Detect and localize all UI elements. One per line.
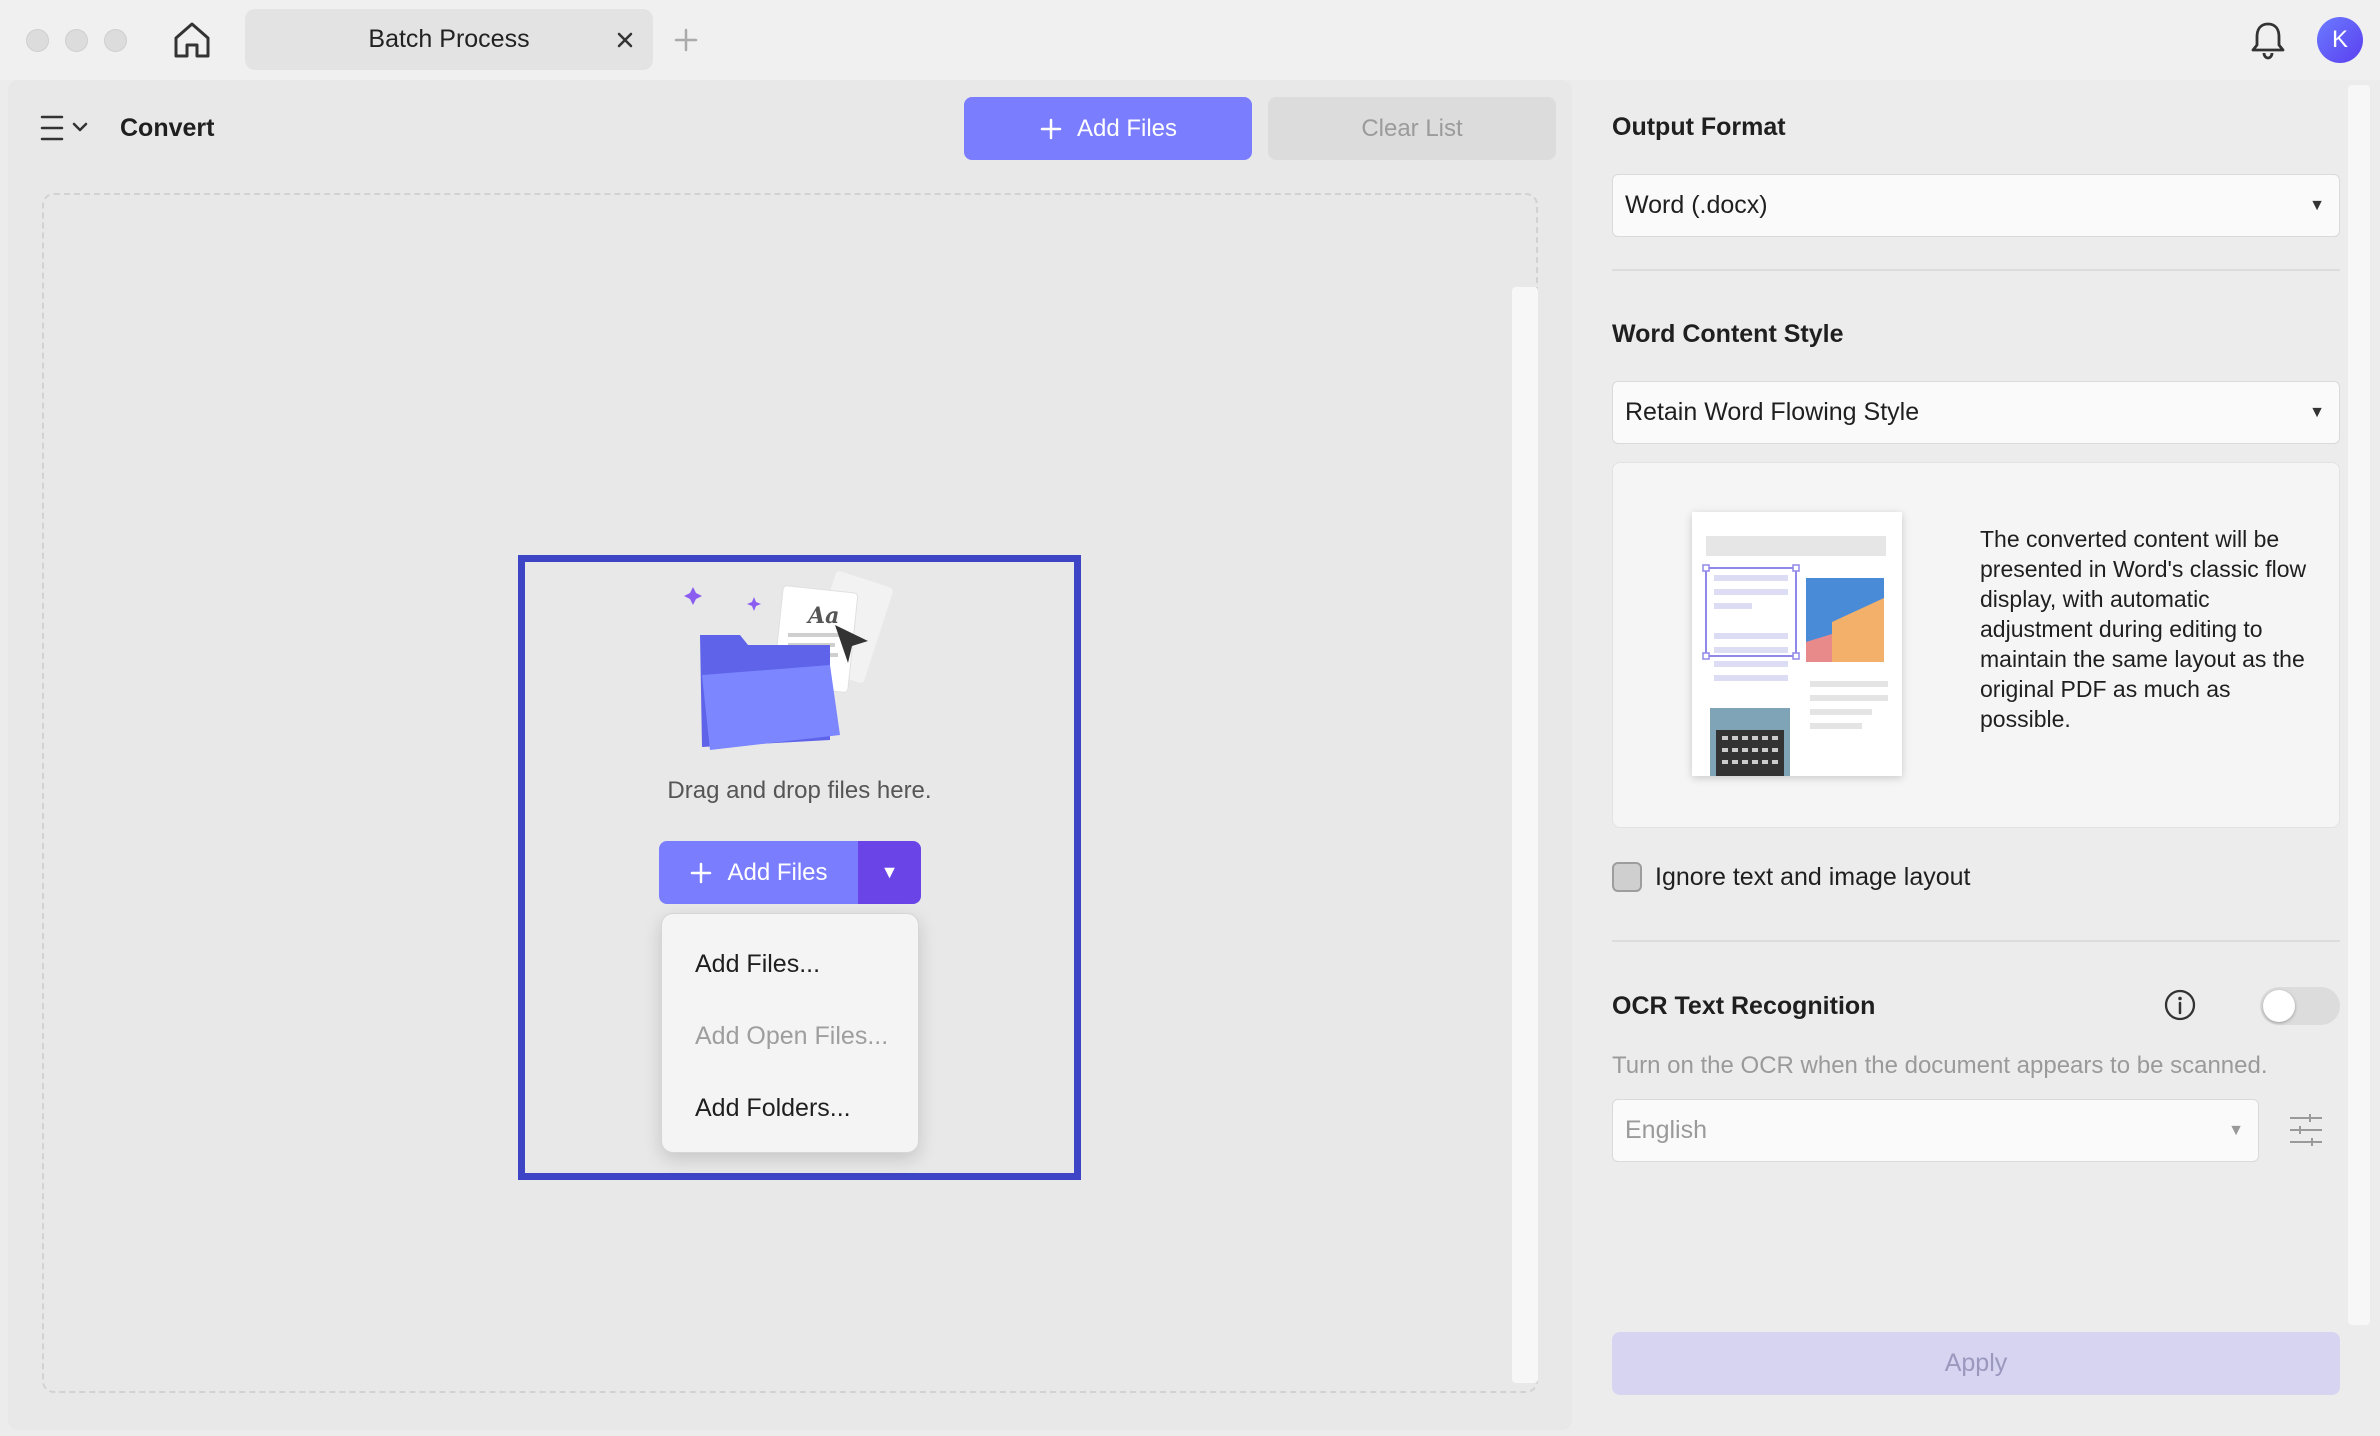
word-content-style-value: Retain Word Flowing Style — [1625, 398, 1920, 426]
ocr-language-value: English — [1625, 1116, 1707, 1144]
caret-down-icon: ▼ — [2309, 403, 2325, 421]
plus-icon — [1040, 118, 1062, 139]
add-files-button[interactable]: Add Files — [964, 97, 1252, 160]
menu-item-add-files[interactable]: Add Files... — [695, 950, 820, 979]
divider — [1612, 940, 2340, 942]
drag-drop-hint: Drag and drop files here. — [667, 777, 932, 804]
window-close-button[interactable] — [26, 29, 49, 52]
toggle-knob — [2263, 990, 2295, 1022]
ocr-language-select: English ▼ — [1612, 1099, 2259, 1162]
ignore-layout-label: Ignore text and image layout — [1655, 863, 1971, 891]
output-format-title: Output Format — [1612, 113, 1786, 141]
menu-item-add-folders[interactable]: Add Folders... — [695, 1094, 851, 1123]
output-format-select[interactable]: Word (.docx) ▼ — [1612, 174, 2340, 237]
tab-title: Batch Process — [368, 25, 530, 53]
word-content-style-title: Word Content Style — [1612, 320, 1844, 348]
dropzone-add-files-button[interactable]: Add Files — [659, 841, 858, 904]
info-icon[interactable] — [2163, 988, 2197, 1022]
word-content-style-select[interactable]: Retain Word Flowing Style ▼ — [1612, 381, 2340, 444]
home-icon[interactable] — [170, 18, 214, 62]
avatar[interactable]: K — [2317, 17, 2363, 63]
style-description: The converted content will be presented … — [1980, 526, 2307, 732]
dropzone-add-files-label: Add Files — [727, 858, 828, 886]
add-files-label: Add Files — [1076, 114, 1178, 142]
clear-list-label: Clear List — [1361, 114, 1463, 142]
page-title: Convert — [120, 114, 215, 142]
caret-down-icon: ▼ — [880, 862, 899, 882]
menu-icon[interactable] — [38, 112, 94, 144]
file-list-scrollbar[interactable] — [1512, 287, 1538, 1383]
ocr-title: OCR Text Recognition — [1612, 992, 1876, 1020]
ignore-layout-checkbox[interactable] — [1612, 862, 1642, 892]
bell-icon[interactable] — [2246, 18, 2290, 62]
caret-down-icon: ▼ — [2228, 1121, 2244, 1139]
apply-button[interactable]: Apply — [1612, 1332, 2340, 1395]
new-tab-icon[interactable] — [668, 22, 704, 58]
clear-list-button[interactable]: Clear List — [1268, 97, 1556, 160]
apply-label: Apply — [1944, 1349, 2008, 1377]
settings-scrollbar[interactable] — [2348, 85, 2370, 1325]
menu-item-add-open-files: Add Open Files... — [695, 1022, 889, 1050]
add-files-dropdown-button[interactable]: ▼ — [858, 841, 921, 904]
window-zoom-button[interactable] — [104, 29, 127, 52]
output-format-value: Word (.docx) — [1625, 191, 1768, 219]
window-minimize-button[interactable] — [65, 29, 88, 52]
tab-batch-process[interactable]: Batch Process — [245, 9, 653, 70]
tab-close-icon[interactable] — [608, 23, 642, 57]
illustration-aa-text: Aa — [806, 603, 839, 629]
ocr-hint: Turn on the OCR when the document appear… — [1612, 1052, 2268, 1079]
add-files-menu: Add Files... Add Open Files... Add Folde… — [661, 913, 919, 1153]
divider — [1612, 269, 2340, 271]
plus-icon — [691, 862, 712, 883]
ocr-toggle[interactable] — [2260, 987, 2340, 1025]
caret-down-icon: ▼ — [2309, 196, 2325, 214]
folder-documents-illustration: Aa — [684, 571, 893, 750]
ocr-settings-icon[interactable] — [2288, 1111, 2324, 1149]
document-preview-icon — [1692, 512, 1902, 776]
